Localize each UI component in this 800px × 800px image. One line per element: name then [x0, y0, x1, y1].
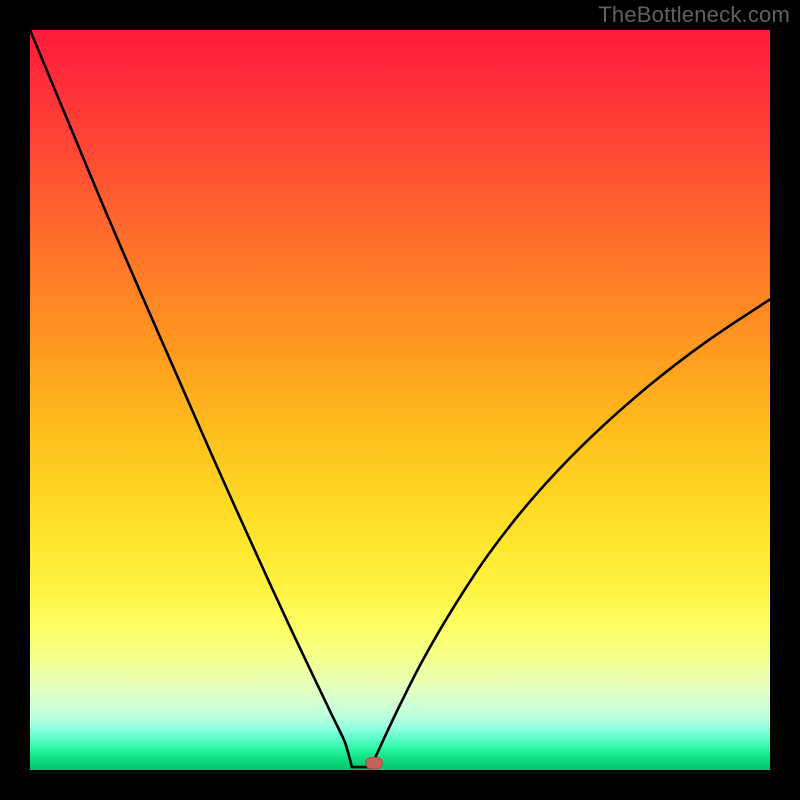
optimum-marker [365, 757, 383, 769]
bottleneck-curve [30, 30, 770, 768]
plot-area [30, 30, 770, 770]
watermark-text: TheBottleneck.com [598, 2, 790, 28]
chart-frame: TheBottleneck.com [0, 0, 800, 800]
curve-svg [30, 30, 770, 770]
